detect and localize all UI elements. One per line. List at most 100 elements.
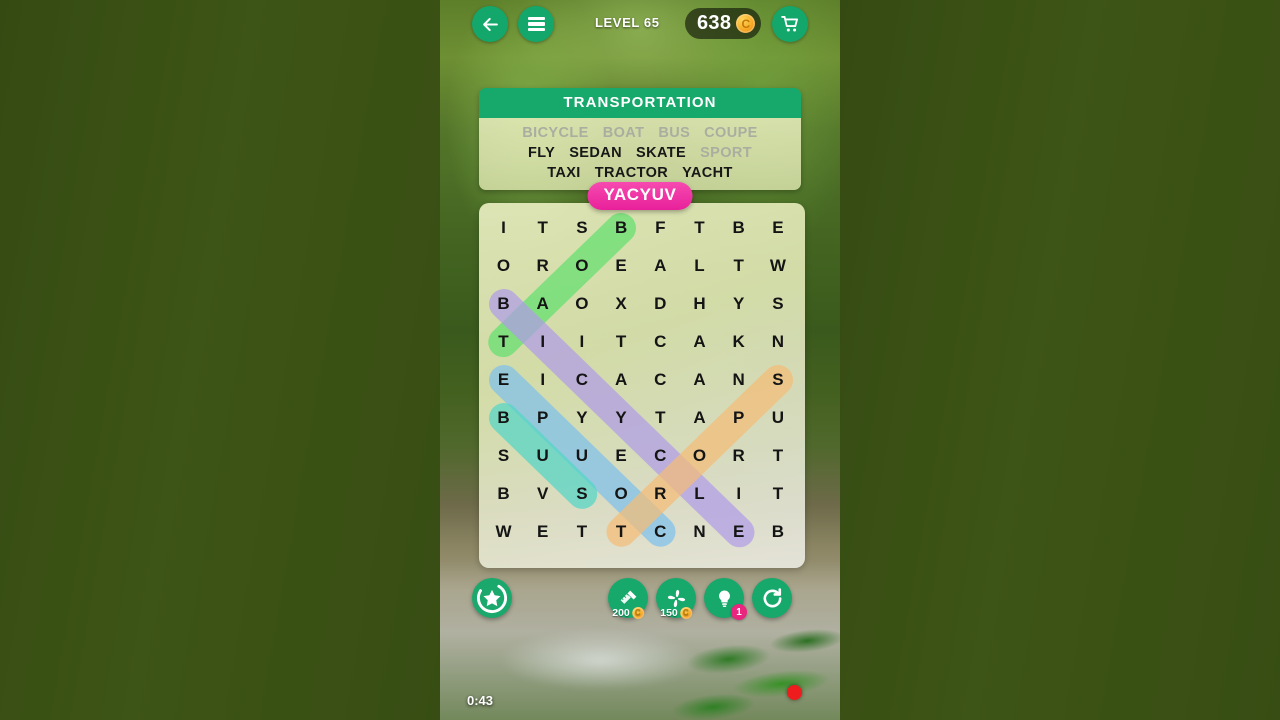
- grid-letter[interactable]: S: [758, 285, 797, 323]
- hint-powerup-button[interactable]: 1: [704, 578, 747, 620]
- grid-letter[interactable]: T: [523, 209, 562, 247]
- grid-letter[interactable]: L: [680, 475, 719, 513]
- grid-letter[interactable]: P: [523, 399, 562, 437]
- star-progress-button[interactable]: [472, 578, 512, 618]
- grid-letter[interactable]: E: [523, 513, 562, 551]
- grid-letter[interactable]: O: [562, 247, 601, 285]
- menu-button[interactable]: [518, 6, 554, 42]
- grid-letter[interactable]: U: [523, 437, 562, 475]
- grid-letter[interactable]: T: [602, 323, 641, 361]
- shop-button[interactable]: [772, 6, 808, 42]
- grid-letter[interactable]: E: [758, 209, 797, 247]
- grid-letter[interactable]: T: [680, 209, 719, 247]
- grid-letter[interactable]: N: [719, 361, 758, 399]
- grid-letter[interactable]: F: [641, 209, 680, 247]
- grid-letter[interactable]: N: [680, 513, 719, 551]
- grid-letter[interactable]: O: [602, 475, 641, 513]
- grid-letter[interactable]: C: [641, 437, 680, 475]
- grid-letter[interactable]: A: [680, 399, 719, 437]
- grid-letter[interactable]: S: [562, 475, 601, 513]
- grid-letter[interactable]: O: [484, 247, 523, 285]
- grid-letter[interactable]: U: [758, 399, 797, 437]
- grid-letter[interactable]: S: [484, 437, 523, 475]
- blast-price: 150 C: [660, 607, 692, 619]
- grid-letter[interactable]: W: [758, 247, 797, 285]
- grid-letter[interactable]: I: [484, 209, 523, 247]
- screen: LEVEL 65 638 C TRANSPORTATION BICYCLE BO…: [0, 0, 1280, 720]
- grid-letter[interactable]: Y: [562, 399, 601, 437]
- grid-letter[interactable]: T: [758, 475, 797, 513]
- grid-letter[interactable]: E: [484, 361, 523, 399]
- word-item: COUPE: [704, 125, 758, 141]
- grid-letter[interactable]: Y: [602, 399, 641, 437]
- grid-letter[interactable]: D: [641, 285, 680, 323]
- grid-letter[interactable]: C: [641, 323, 680, 361]
- back-button[interactable]: [472, 6, 508, 42]
- refresh-icon: [763, 587, 781, 607]
- grid-letter[interactable]: H: [680, 285, 719, 323]
- grid-letter[interactable]: C: [562, 361, 601, 399]
- letter-grid-panel[interactable]: ITSBFTBEOROEALTWBAOXDHYSTIITCAKNEICACANS…: [479, 203, 805, 568]
- grid-letter[interactable]: A: [641, 247, 680, 285]
- refresh-button[interactable]: [752, 578, 792, 618]
- torch-powerup-button[interactable]: 200 C: [608, 578, 648, 619]
- letter-grid[interactable]: ITSBFTBEOROEALTWBAOXDHYSTIITCAKNEICACANS…: [479, 203, 805, 568]
- grid-letter[interactable]: T: [758, 437, 797, 475]
- letterbox-right: [840, 0, 1280, 720]
- recording-timer: 0:43: [467, 693, 494, 708]
- blast-powerup-button[interactable]: 150 C: [656, 578, 696, 619]
- grid-letter[interactable]: R: [641, 475, 680, 513]
- grid-letter[interactable]: A: [602, 361, 641, 399]
- grid-letter[interactable]: C: [641, 513, 680, 551]
- phone-viewport: LEVEL 65 638 C TRANSPORTATION BICYCLE BO…: [440, 0, 840, 720]
- grid-letter[interactable]: A: [680, 361, 719, 399]
- grid-letter[interactable]: B: [602, 209, 641, 247]
- torch-price: 200 C: [612, 607, 644, 619]
- grid-letter[interactable]: B: [719, 209, 758, 247]
- letterbox-left: [0, 0, 440, 720]
- grid-letter[interactable]: A: [523, 285, 562, 323]
- word-item: BICYCLE: [522, 125, 589, 141]
- grid-letter[interactable]: O: [680, 437, 719, 475]
- coin-icon: C: [679, 607, 692, 619]
- grid-letter[interactable]: N: [758, 323, 797, 361]
- grid-letter[interactable]: E: [602, 437, 641, 475]
- grid-letter[interactable]: B: [484, 475, 523, 513]
- grid-letter[interactable]: I: [562, 323, 601, 361]
- grid-letter[interactable]: T: [484, 323, 523, 361]
- grid-letter[interactable]: A: [680, 323, 719, 361]
- grid-letter[interactable]: T: [641, 399, 680, 437]
- grid-letter[interactable]: B: [484, 285, 523, 323]
- grid-letter[interactable]: B: [484, 399, 523, 437]
- grid-letter[interactable]: W: [484, 513, 523, 551]
- grid-letter[interactable]: I: [523, 323, 562, 361]
- grid-letter[interactable]: O: [562, 285, 601, 323]
- grid-letter[interactable]: L: [680, 247, 719, 285]
- word-item: SPORT: [700, 145, 753, 161]
- arrow-left-icon: [482, 17, 498, 31]
- current-guess-bubble: YACYUV: [587, 182, 693, 210]
- grid-letter[interactable]: P: [719, 399, 758, 437]
- grid-letter[interactable]: Y: [719, 285, 758, 323]
- grid-letter[interactable]: V: [523, 475, 562, 513]
- hamburger-menu-icon: [527, 14, 545, 34]
- grid-letter[interactable]: K: [719, 323, 758, 361]
- grid-letter[interactable]: E: [602, 247, 641, 285]
- grid-letter[interactable]: C: [641, 361, 680, 399]
- grid-letter[interactable]: U: [562, 437, 601, 475]
- grid-letter[interactable]: T: [562, 513, 601, 551]
- grid-letter[interactable]: X: [602, 285, 641, 323]
- grid-letter[interactable]: I: [719, 475, 758, 513]
- grid-letter[interactable]: E: [719, 513, 758, 551]
- coin-counter[interactable]: 638 C: [685, 8, 762, 39]
- grid-letter[interactable]: R: [719, 437, 758, 475]
- grid-letter[interactable]: B: [758, 513, 797, 551]
- grid-letter[interactable]: S: [562, 209, 601, 247]
- coin-icon: C: [736, 14, 756, 33]
- grid-letter[interactable]: T: [719, 247, 758, 285]
- grid-letter[interactable]: R: [523, 247, 562, 285]
- blast-icon: [667, 589, 685, 607]
- grid-letter[interactable]: T: [602, 513, 641, 551]
- grid-letter[interactable]: I: [523, 361, 562, 399]
- grid-letter[interactable]: S: [758, 361, 797, 399]
